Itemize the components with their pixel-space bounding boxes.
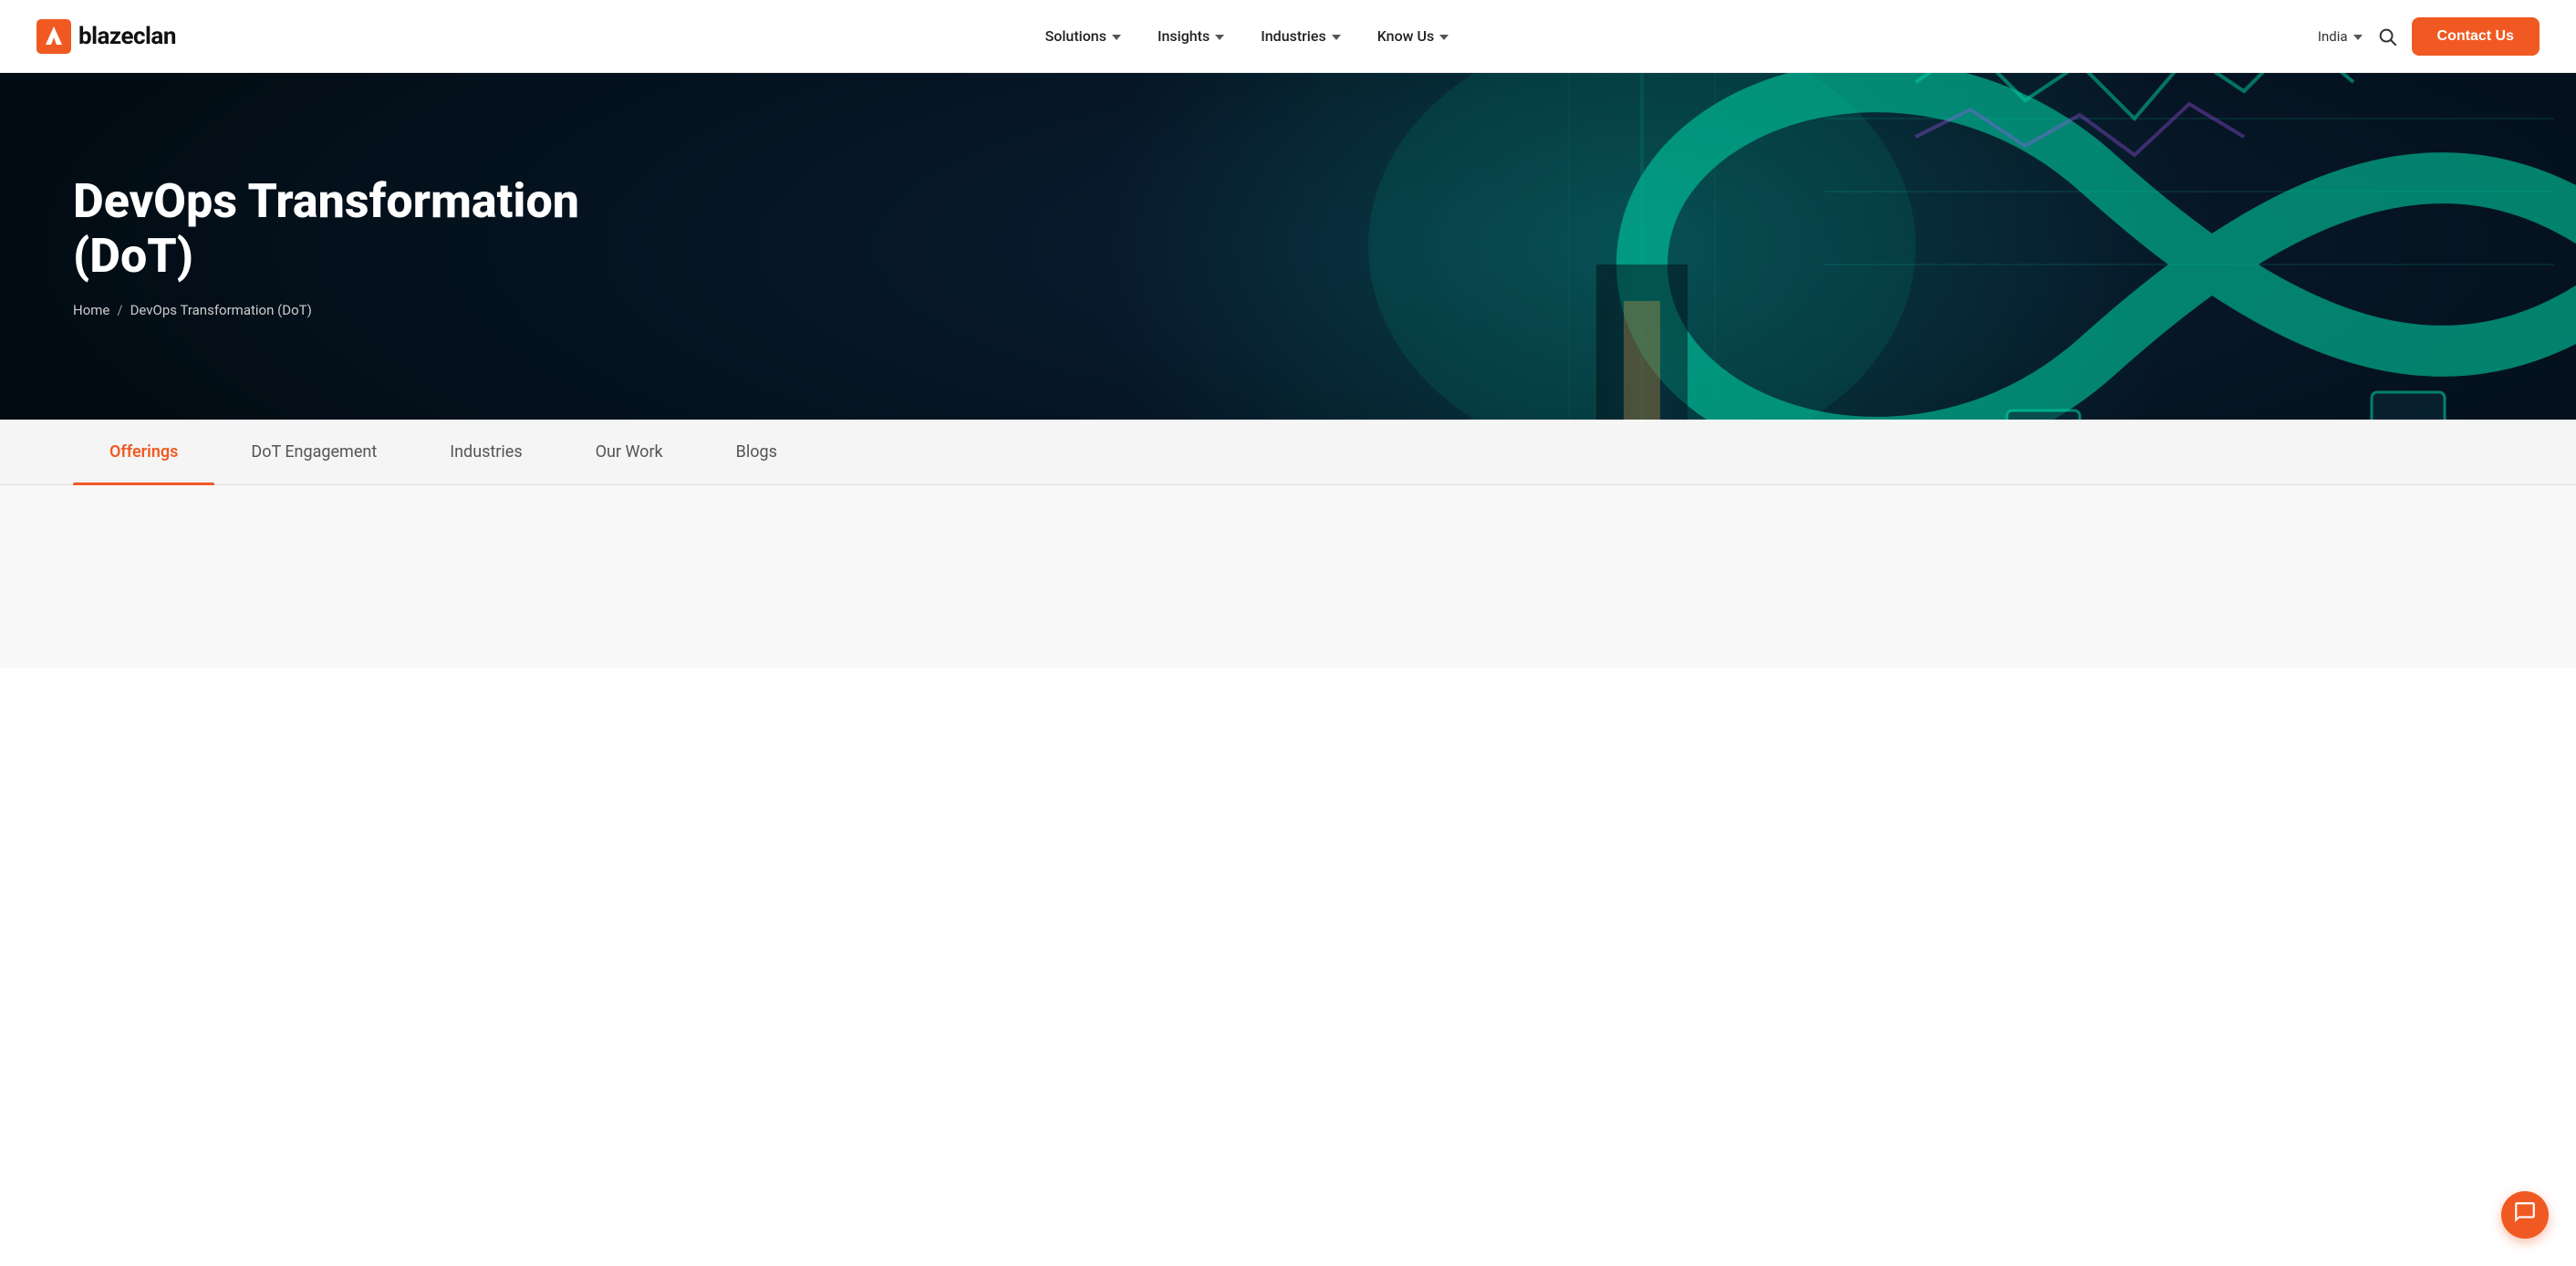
logo-link[interactable]: blazeclan [36, 19, 176, 54]
breadcrumb-current: DevOps Transformation (DoT) [130, 302, 312, 318]
hero-banner: DevOps Transformation (DoT) Home / DevOp… [0, 73, 2576, 420]
hero-content: DevOps Transformation (DoT) Home / DevOp… [0, 174, 784, 318]
search-icon[interactable] [2377, 26, 2397, 47]
sub-nav-dot-engagement[interactable]: DoT Engagement [214, 420, 413, 485]
nav-item-industries[interactable]: Industries [1246, 20, 1355, 52]
chat-widget[interactable] [2501, 1191, 2549, 1239]
chat-icon [2513, 1200, 2537, 1230]
sub-nav-our-work[interactable]: Our Work [559, 420, 700, 485]
chevron-down-icon [1439, 35, 1449, 40]
logo-icon [36, 19, 71, 54]
contact-us-button[interactable]: Contact Us [2412, 17, 2540, 56]
hero-title: DevOps Transformation (DoT) [73, 174, 712, 284]
sub-nav-blogs[interactable]: Blogs [700, 420, 814, 485]
chevron-down-icon [1112, 35, 1121, 40]
navbar-right: India Contact Us [2318, 17, 2540, 56]
region-selector[interactable]: India [2318, 28, 2363, 45]
chevron-down-icon [1215, 35, 1224, 40]
breadcrumb: Home / DevOps Transformation (DoT) [73, 302, 712, 318]
main-content [0, 485, 2576, 668]
nav-item-know-us[interactable]: Know Us [1363, 20, 1464, 52]
chevron-down-icon [1332, 35, 1341, 40]
sub-nav-offerings[interactable]: Offerings [73, 420, 214, 485]
breadcrumb-separator: / [117, 302, 122, 318]
sub-nav: Offerings DoT Engagement Industries Our … [0, 420, 2576, 485]
navbar-nav: Solutions Insights Industries Know Us [1031, 20, 1464, 52]
blazeclan-logo-icon [36, 19, 71, 54]
navbar: blazeclan Solutions Insights Industries … [0, 0, 2576, 73]
nav-item-insights[interactable]: Insights [1143, 20, 1239, 52]
logo-text: blazeclan [78, 23, 176, 50]
sub-nav-industries[interactable]: Industries [413, 420, 558, 485]
breadcrumb-home[interactable]: Home [73, 302, 109, 318]
navbar-left: blazeclan [36, 19, 176, 54]
nav-item-solutions[interactable]: Solutions [1031, 20, 1136, 52]
chevron-down-icon [2353, 35, 2363, 40]
